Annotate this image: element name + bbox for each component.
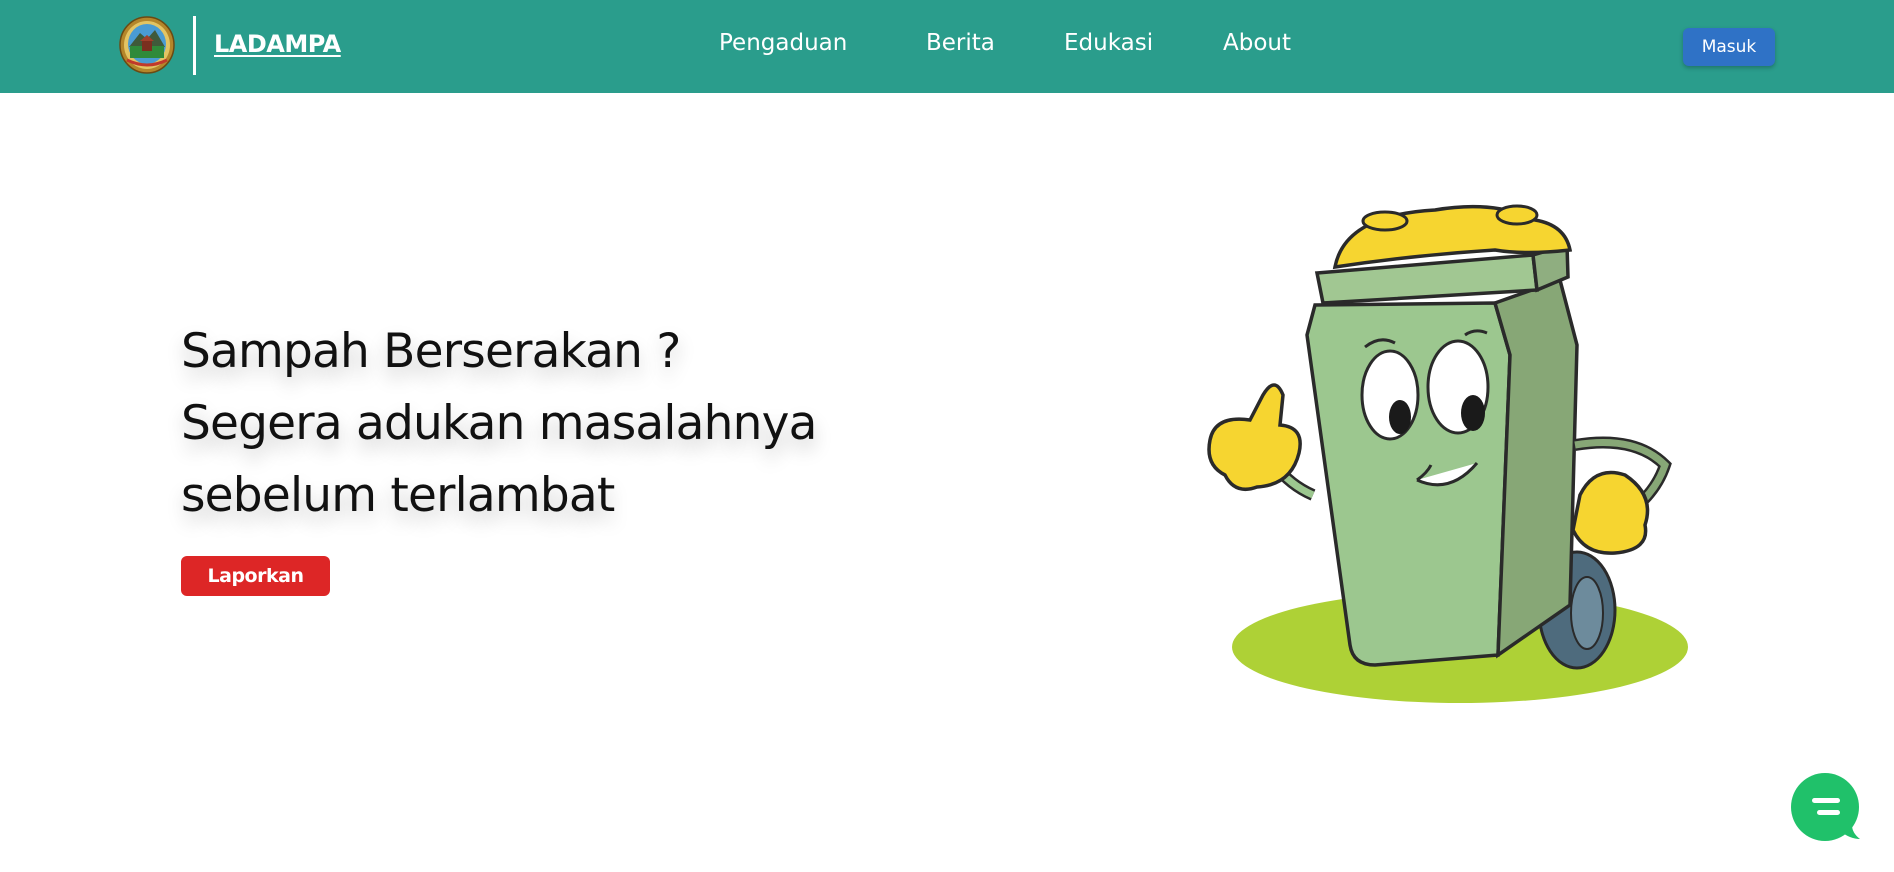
nav-link-berita[interactable]: Berita [926, 30, 995, 56]
regency-emblem-icon[interactable] [118, 15, 176, 75]
headline-line-1: Sampah Berserakan ? [181, 324, 681, 379]
trash-bin-mascot [1207, 204, 1688, 703]
headline-line-2: Segera adukan masalahnya [181, 396, 817, 451]
nav-link-about[interactable]: About [1223, 30, 1291, 56]
login-button[interactable]: Masuk [1683, 28, 1775, 66]
brand-link[interactable]: LADAMPA [214, 30, 341, 58]
chat-bubble-icon[interactable] [1790, 773, 1862, 845]
brand-divider [193, 16, 196, 75]
nav-link-edukasi[interactable]: Edukasi [1064, 30, 1153, 56]
headline-line-3: sebelum terlambat [181, 468, 615, 523]
report-button[interactable]: Laporkan [181, 556, 330, 596]
hero-headline: Sampah Berserakan ? Segera adukan masala… [181, 316, 941, 532]
navbar: LADAMPA Pengaduan Berita Edukasi About M… [0, 0, 1894, 93]
nav-link-pengaduan[interactable]: Pengaduan [719, 30, 847, 56]
